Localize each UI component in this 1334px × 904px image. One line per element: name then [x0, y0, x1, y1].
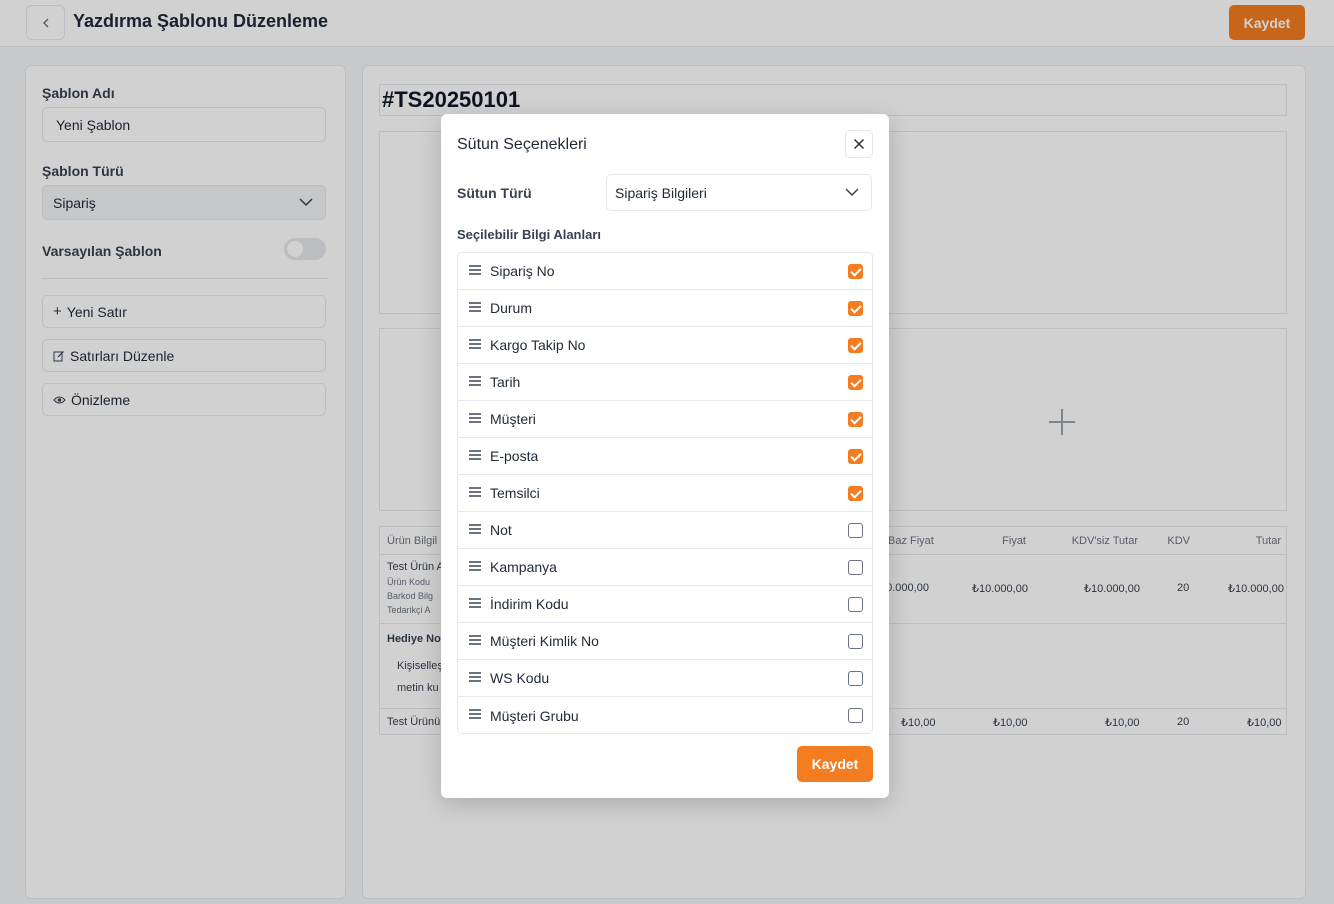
field-label: Sipariş No [490, 263, 555, 279]
field-checkbox[interactable] [848, 449, 863, 464]
drag-handle-icon[interactable] [469, 709, 481, 719]
field-label: Not [490, 522, 512, 538]
drag-handle-icon[interactable] [469, 598, 481, 608]
drag-handle-icon[interactable] [469, 672, 481, 682]
column-type-value: Sipariş Bilgileri [615, 184, 707, 201]
field-checkbox[interactable] [848, 523, 863, 538]
field-label: Tarih [490, 374, 521, 390]
field-row[interactable]: Müşteri [458, 401, 872, 438]
field-checkbox[interactable] [848, 486, 863, 501]
drag-handle-icon[interactable] [469, 487, 481, 497]
field-checkbox[interactable] [848, 560, 863, 575]
drag-handle-icon[interactable] [469, 524, 481, 534]
field-checkbox[interactable] [848, 597, 863, 612]
field-row[interactable]: Durum [458, 290, 872, 327]
field-label: Müşteri [490, 411, 536, 427]
field-row[interactable]: WS Kodu [458, 660, 872, 697]
field-checkbox[interactable] [848, 634, 863, 649]
drag-handle-icon[interactable] [469, 339, 481, 349]
field-label: Müşteri Grubu [490, 707, 579, 724]
chevron-down-icon [845, 188, 859, 197]
selectable-fields-label: Seçilebilir Bilgi Alanları [457, 227, 602, 242]
drag-handle-icon[interactable] [469, 635, 481, 645]
field-label: Kampanya [490, 559, 557, 575]
modal-save-button[interactable]: Kaydet [797, 746, 873, 782]
drag-handle-icon[interactable] [469, 561, 481, 571]
field-checkbox[interactable] [848, 375, 863, 390]
field-checkbox[interactable] [848, 264, 863, 279]
modal-title: Sütun Seçenekleri [457, 136, 587, 153]
close-icon [854, 139, 864, 149]
field-row[interactable]: Sipariş No [458, 253, 872, 290]
field-row[interactable]: Kampanya [458, 549, 872, 586]
column-type-select[interactable]: Sipariş Bilgileri [606, 174, 872, 211]
field-label: WS Kodu [490, 670, 550, 686]
field-label: E-posta [490, 448, 539, 464]
column-options-modal: Sütun Seçenekleri Sütun Türü Sipariş Bil… [441, 114, 889, 798]
field-checkbox[interactable] [848, 671, 863, 686]
field-row[interactable]: Müşteri Kimlik No [458, 623, 872, 660]
field-row[interactable]: Kargo Takip No [458, 327, 872, 364]
drag-handle-icon[interactable] [469, 376, 481, 386]
drag-handle-icon[interactable] [469, 450, 481, 460]
field-label: Temsilci [490, 485, 540, 501]
close-button[interactable] [845, 130, 873, 158]
drag-handle-icon[interactable] [469, 413, 481, 423]
field-checkbox[interactable] [848, 708, 863, 723]
field-checkbox[interactable] [848, 412, 863, 427]
drag-handle-icon[interactable] [469, 265, 481, 275]
column-type-label: Sütun Türü [457, 185, 532, 201]
drag-handle-icon[interactable] [469, 302, 481, 312]
field-label: Durum [490, 300, 533, 316]
field-row[interactable]: Not [458, 512, 872, 549]
field-label: Müşteri Kimlik No [490, 633, 599, 649]
field-checkbox[interactable] [848, 301, 863, 316]
field-row[interactable]: Temsilci [458, 475, 872, 512]
field-checkbox[interactable] [848, 338, 863, 353]
field-label: Kargo Takip No [490, 337, 586, 353]
field-row[interactable]: İndirim Kodu [458, 586, 872, 623]
field-row[interactable]: Müşteri Grubu [458, 697, 872, 733]
field-row[interactable]: E-posta [458, 438, 872, 475]
field-label: İndirim Kodu [490, 596, 569, 612]
field-list: Sipariş No Durum Kargo Takip No Tarih Müşter… [457, 252, 873, 734]
field-row[interactable]: Tarih [458, 364, 872, 401]
